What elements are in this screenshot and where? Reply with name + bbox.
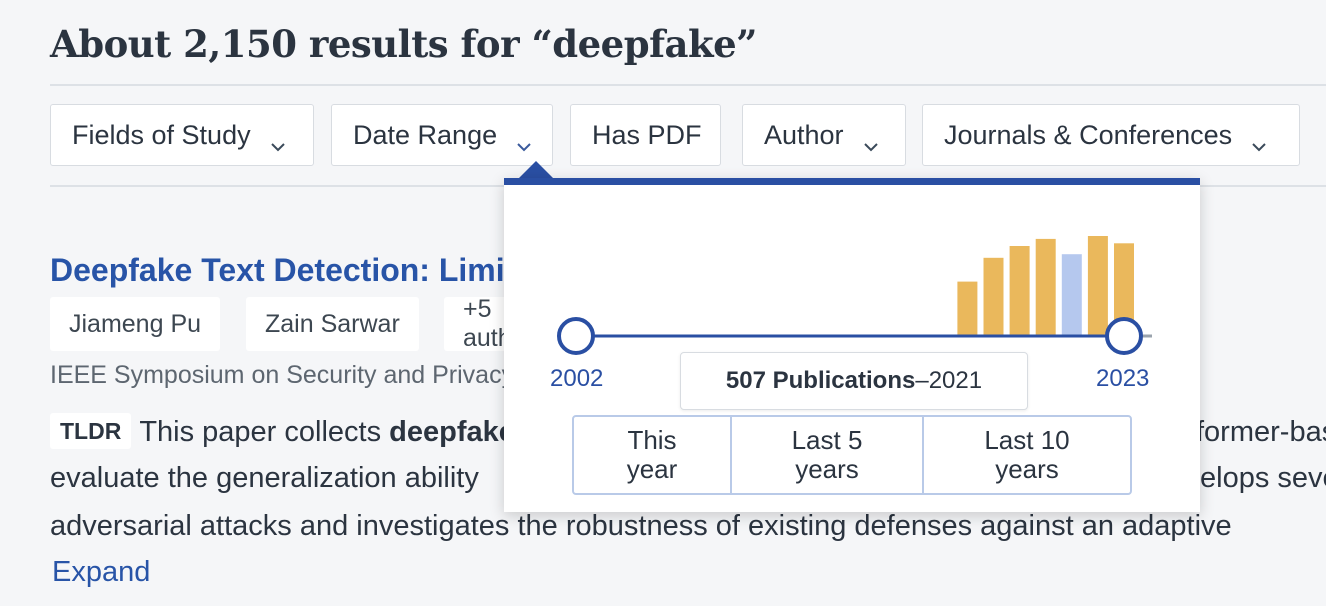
histogram-bar-2018[interactable] — [983, 257, 1004, 336]
histogram-bar-2019[interactable] — [1009, 246, 1030, 336]
filter-label: Date Range — [353, 119, 498, 150]
filter-date-range[interactable]: Date Range — [331, 104, 553, 166]
filter-fields-of-study[interactable]: Fields of Study — [50, 104, 314, 166]
filter-has-pdf[interactable]: Has PDF — [570, 104, 721, 166]
preset-last-5-years[interactable]: Last 5 years — [732, 417, 924, 493]
tldr-line: TLDR This paper collects deepfake — [50, 412, 515, 452]
filter-label: Journals & Conferences — [944, 119, 1233, 150]
chevron-down-icon — [862, 129, 880, 152]
tooltip-count: 507 Publications — [725, 367, 916, 394]
page-title: About 2,150 results for “deepfake” — [50, 22, 757, 66]
filter-author[interactable]: Author — [742, 104, 906, 166]
histogram-bar-2022[interactable] — [1087, 236, 1108, 336]
author-chip[interactable]: Jiameng Pu — [50, 297, 221, 351]
divider — [50, 84, 1326, 86]
expand-link[interactable]: Expand — [52, 556, 150, 589]
chevron-down-icon — [1250, 129, 1268, 152]
venue-text: IEEE Symposium on Security and Privacy — [50, 361, 506, 389]
date-presets: This year Last 5 years Last 10 years — [572, 415, 1132, 495]
preset-this-year[interactable]: This year — [574, 417, 732, 493]
tldr-text: evaluate the generalization ability — [50, 462, 479, 494]
preset-last-10-years[interactable]: Last 10 years — [924, 417, 1130, 493]
histogram-bar-2017[interactable] — [957, 281, 978, 336]
histogram-bar-2021[interactable] — [1061, 254, 1082, 336]
date-range-popover: 2002 2023 507 Publications – 2021 This y… — [504, 178, 1200, 512]
range-end-handle[interactable] — [1105, 317, 1143, 355]
popover-arrow — [519, 161, 553, 178]
tooltip-separator: – — [915, 367, 929, 394]
histogram-bar-2020[interactable] — [1035, 238, 1056, 336]
result-title-link[interactable]: Deepfake Text Detection: Limitations — [50, 252, 510, 289]
chevron-down-icon — [515, 129, 533, 152]
author-chip[interactable]: Zain Sarwar — [246, 297, 419, 351]
tldr-text-right: elops several — [1200, 462, 1326, 494]
range-start-handle[interactable] — [557, 317, 595, 355]
filter-label: Author — [764, 119, 844, 150]
tldr-text: This paper collects — [139, 416, 390, 448]
start-year-label: 2002 — [550, 365, 604, 392]
end-year-label: 2023 — [1096, 365, 1150, 392]
chevron-down-icon — [269, 129, 287, 152]
tldr-badge: TLDR — [50, 413, 132, 449]
tldr-text-right: former-based — [1196, 416, 1326, 448]
tldr-highlight: deepfake — [389, 416, 515, 448]
filter-label: Fields of Study — [72, 119, 251, 150]
tooltip-year: 2021 — [928, 367, 983, 394]
filter-label: Has PDF — [592, 119, 702, 150]
filter-journals-conferences[interactable]: Journals & Conferences — [922, 104, 1300, 166]
bar-tooltip: 507 Publications – 2021 — [680, 352, 1028, 410]
